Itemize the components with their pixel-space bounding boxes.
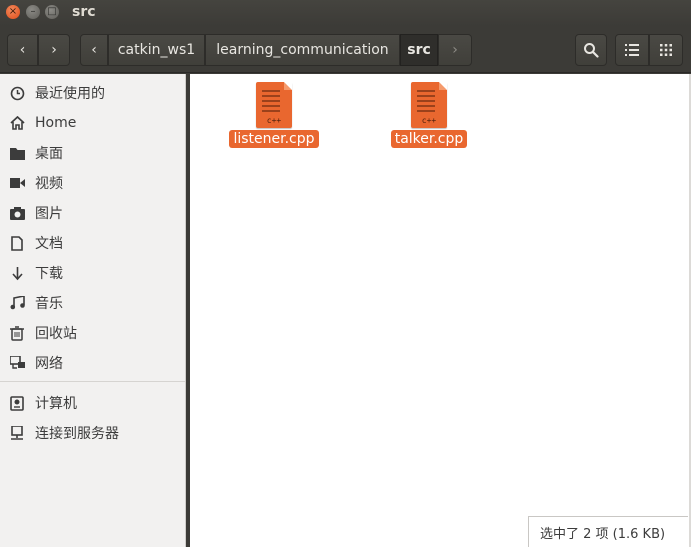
camera-icon <box>9 205 25 221</box>
sidebar-item-label: 文档 <box>35 236 63 252</box>
music-icon <box>9 295 25 311</box>
download-icon <box>9 265 25 281</box>
minimize-window-button[interactable]: – <box>26 5 40 19</box>
breadcrumb-learning-communication[interactable]: learning_communication <box>205 34 400 66</box>
window-title: src <box>72 4 96 20</box>
folder-icon <box>9 145 25 161</box>
sidebar-item-label: 计算机 <box>35 396 77 412</box>
sidebar-item-pictures[interactable]: 图片 <box>0 198 185 228</box>
sidebar-item-label: 桌面 <box>35 146 63 162</box>
path-scroll-right-button[interactable]: › <box>438 34 472 66</box>
breadcrumb-catkin-ws1[interactable]: catkin_ws1 <box>108 34 205 66</box>
file-view[interactable]: c++ listener.cpp c++ talker.cpp <box>190 74 689 547</box>
forward-button[interactable]: › <box>38 34 70 66</box>
selection-status: 选中了 2 项 (1.6 KB) <box>528 516 688 547</box>
back-button[interactable]: ‹ <box>7 34 38 66</box>
document-icon <box>9 235 25 251</box>
sidebar-item-label: 音乐 <box>35 296 63 312</box>
file-name: talker.cpp <box>390 130 468 148</box>
sidebar-item-connect-server[interactable]: 连接到服务器 <box>0 418 185 448</box>
chevron-left-icon: ‹ <box>19 42 26 58</box>
maximize-window-button[interactable]: □ <box>45 5 59 19</box>
sidebar-item-label: 回收站 <box>35 326 77 342</box>
sidebar-divider <box>0 381 185 382</box>
server-icon <box>9 425 25 441</box>
chevron-right-icon: › <box>51 42 57 58</box>
sidebar-item-videos[interactable]: 视频 <box>0 168 185 198</box>
maximize-icon: □ <box>47 6 57 17</box>
path-scroll-left-button[interactable]: ‹ <box>80 34 108 66</box>
network-icon <box>9 355 25 371</box>
grid-view-icon <box>660 44 672 56</box>
home-icon <box>9 115 25 131</box>
sidebar-item-computer[interactable]: 计算机 <box>0 388 185 418</box>
minimize-icon: – <box>30 6 36 17</box>
title-bar: × – □ src <box>0 0 691 26</box>
sidebar-item-desktop[interactable]: 桌面 <box>0 138 185 168</box>
cpp-file-icon: c++ <box>411 82 447 128</box>
file-name: listener.cpp <box>229 130 319 148</box>
sidebar-item-music[interactable]: 音乐 <box>0 288 185 318</box>
sidebar: 最近使用的 Home 桌面 视频 图片 文档 下载 音乐 回收站 网络 计算机 … <box>0 74 186 547</box>
sidebar-item-recent[interactable]: 最近使用的 <box>0 78 185 108</box>
grid-view-button[interactable] <box>649 34 683 66</box>
close-icon: × <box>8 6 18 17</box>
sidebar-item-label: 下载 <box>35 266 63 282</box>
list-view-button[interactable] <box>615 34 649 66</box>
file-item[interactable]: c++ listener.cpp <box>228 82 320 148</box>
header-bar: ‹ › ‹ catkin_ws1 learning_communication … <box>0 26 691 73</box>
computer-icon <box>9 395 25 411</box>
trash-icon <box>9 325 25 341</box>
sidebar-item-label: 视频 <box>35 176 63 192</box>
sidebar-item-home[interactable]: Home <box>0 108 185 138</box>
file-item[interactable]: c++ talker.cpp <box>383 82 475 148</box>
chevron-left-icon: ‹ <box>91 42 97 58</box>
video-icon <box>9 175 25 191</box>
search-icon <box>584 43 599 58</box>
search-button[interactable] <box>575 34 607 66</box>
sidebar-item-trash[interactable]: 回收站 <box>0 318 185 348</box>
sidebar-item-downloads[interactable]: 下载 <box>0 258 185 288</box>
sidebar-item-label: 图片 <box>35 206 63 222</box>
cpp-file-icon: c++ <box>256 82 292 128</box>
sidebar-item-label: Home <box>35 115 77 131</box>
list-view-icon <box>625 44 639 56</box>
clock-icon <box>9 85 25 101</box>
sidebar-item-label: 最近使用的 <box>35 86 105 102</box>
sidebar-item-label: 连接到服务器 <box>35 426 119 442</box>
sidebar-item-label: 网络 <box>35 356 63 372</box>
close-window-button[interactable]: × <box>6 5 20 19</box>
sidebar-item-documents[interactable]: 文档 <box>0 228 185 258</box>
breadcrumb-src[interactable]: src <box>400 34 438 66</box>
sidebar-item-network[interactable]: 网络 <box>0 348 185 378</box>
chevron-right-icon: › <box>452 42 458 58</box>
